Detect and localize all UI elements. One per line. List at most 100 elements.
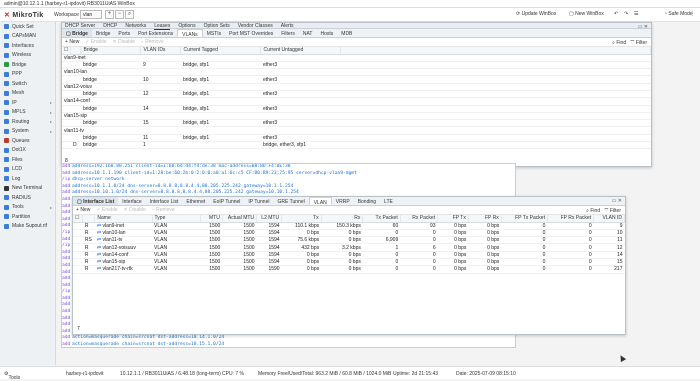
table-row[interactable]: R ⇄ vlan9-inet VLAN 1500 1500 1594 110.1 kbps 1… [73,222,625,230]
row-checkbox[interactable] [62,61,71,70]
column-header[interactable]: FP Tx [437,215,469,223]
tab-ethernet[interactable]: Ethernet [182,197,209,205]
sidebar-item-radius[interactable]: RADIUS [0,193,55,203]
dhcp-tab[interactable]: DHCP Server [65,23,95,29]
new-button[interactable]: + New [65,39,79,45]
tab-ip-tunnel[interactable]: IP Tunnel [244,197,273,205]
tools-menu[interactable]: ⚙ Tools [4,371,20,381]
find-filter[interactable]: ⌕ Find ▽ Filter [612,40,647,46]
tab-mdb[interactable]: MDB [337,29,356,37]
column-header[interactable]: Name [94,215,153,223]
sidebar-item-system[interactable]: System ▸ [0,127,55,137]
tab-vlans[interactable]: VLANs [177,29,203,38]
sidebar-item-log[interactable]: Log [0,174,55,184]
bridge-window-controls[interactable]: ▭ ✕ [638,24,648,30]
enable-button[interactable]: ✓ Enable [85,39,106,45]
table-row[interactable]: bridge 11 bridge, sfp1 ether3 [62,134,651,143]
tab-vlan[interactable]: VLAN [308,197,332,206]
safe-mode-toggle[interactable]: ◔ Safe Mode [664,11,693,17]
interface-window-controls[interactable]: ▭ ✕ [612,198,622,204]
column-header[interactable]: FP Tx Packet [501,215,548,223]
dhcp-tab[interactable]: DHCP [103,23,117,29]
sidebar-item-quick-set[interactable]: Quick Set [0,22,55,32]
row-checkbox[interactable] [73,222,83,230]
search-icon[interactable]: ⌕ [125,10,134,19]
sidebar-item-ip[interactable]: IP ▸ [0,98,55,108]
column-header[interactable]: Rx Packet [400,215,439,223]
column-header[interactable]: Current Tagged [180,47,262,55]
table-row[interactable]: Dbridge 1 bridge, ether3, sfp1 [62,141,651,150]
tab-port-extensions[interactable]: Port Extensions [134,29,177,37]
column-header[interactable]: VLAN ID [593,215,625,223]
tab-mstis[interactable]: MSTIs [203,29,225,37]
column-header[interactable]: VLAN IDs [140,47,182,55]
sidebar-item-bridge[interactable]: Bridge [0,60,55,70]
sidebar-item-new-terminal[interactable]: New Terminal [0,184,55,194]
column-header[interactable]: Tx Packet [362,215,401,223]
add-workspace-icon[interactable]: + [105,10,114,19]
update-winbox-button[interactable]: ⟳ Update WinBox [516,11,556,17]
row-checkbox[interactable] [73,258,83,267]
column-header[interactable]: FP Rx [468,215,502,223]
tab-ports[interactable]: Ports [114,29,134,37]
row-checkbox[interactable] [62,90,71,99]
redo-icon[interactable]: ↷ [624,11,628,17]
row-checkbox[interactable] [73,251,83,260]
column-header[interactable]: Tx [281,215,322,223]
row-checkbox[interactable] [62,75,71,84]
tab-bonding[interactable]: Bonding [354,197,380,205]
disable-button[interactable]: ✕ Disable [113,39,135,45]
remove-button[interactable]: − Remove [152,207,175,213]
sidebar-item-capsman[interactable]: CAPsMAN [0,32,55,42]
dhcp-tab[interactable]: Leases [154,23,171,30]
sidebar-item-queues[interactable]: Queues [0,136,55,146]
column-header[interactable]: L2 MTU [256,215,283,223]
table-row[interactable]: RS ⇄ vlan11-tv VLAN 1500 1500 1594 75.6 kbps 0 … [73,236,625,245]
dhcp-tab[interactable]: Networks [125,23,146,29]
undo-icon[interactable]: ↶ [614,11,618,17]
column-header[interactable]: Actual MTU [222,215,258,223]
table-row[interactable]: R ⇄ vlan14-conf VLAN 1500 1500 1594 0 bps 0 bps… [73,251,625,260]
table-row[interactable]: bridge 14 bridge, sfp1 ether3 [62,105,651,113]
table-row[interactable]: R ⇄ vlan217-tv-rtk VLAN 1500 1500 1590 0 bps 0 … [73,265,625,274]
row-checkbox[interactable] [62,141,71,150]
row-checkbox[interactable] [73,243,83,252]
workspace-select[interactable]: vlan [80,10,102,19]
table-row[interactable]: R ⇄ vlan15-sip VLAN 1500 1500 1594 0 bps 0 bps 0… [73,258,625,267]
table-row[interactable]: bridge 10 bridge, sfp1 ether3 [62,75,651,84]
dhcp-tab[interactable]: Vendor Classes [238,23,273,29]
row-checkbox[interactable] [62,105,71,113]
row-checkbox[interactable] [73,236,83,245]
tab-filters[interactable]: Filters [277,29,299,37]
dhcp-tab[interactable]: Alerts [281,23,294,29]
dhcp-tab[interactable]: Option Sets [204,23,230,29]
column-header[interactable]: FP Rx Packet [547,215,595,223]
tab-interface-list[interactable]: Interface List [146,197,183,205]
column-header[interactable]: Rx [321,215,364,223]
table-row[interactable]: bridge 12 bridge, sfp1 ether3 [62,90,651,99]
column-header[interactable]: Type [152,215,201,223]
sidebar-item-mpls[interactable]: MPLS ▸ [0,108,55,118]
column-header[interactable]: MTU [200,215,223,223]
table-row[interactable]: R ⇄ vlan10-lan VLAN 1500 1500 1594 0 bps 0 bps 0… [73,229,625,238]
tab-hosts[interactable]: Hosts [317,29,338,37]
remove-workspace-icon[interactable]: − [115,10,124,19]
select-all-checkbox[interactable]: ☐ [73,215,84,223]
select-all-checkbox[interactable]: ☐ [62,47,72,55]
enable-button[interactable]: ✓ Enable [96,207,117,213]
tab-interface[interactable]: Interface [118,197,145,205]
tab-lte[interactable]: LTE [380,197,397,205]
row-checkbox[interactable] [73,229,83,238]
column-header[interactable]: Bridge [80,47,142,55]
sidebar-item-files[interactable]: Files [0,155,55,165]
sidebar-item-wireless[interactable]: Wireless [0,51,55,61]
column-header[interactable]: Current Untagged [260,47,342,55]
table-row[interactable]: bridge 15 bridge, sfp1 ether3 [62,119,651,128]
new-winbox-button[interactable]: ▢ New WinBox [569,11,604,17]
sidebar-item-interfaces[interactable]: Interfaces [0,41,55,51]
sidebar-item-switch[interactable]: Switch [0,79,55,89]
table-row[interactable]: bridge 9 bridge, sfp1 ether3 [62,61,651,70]
find-filter[interactable]: ⌕ Find ▽ Filter [586,208,621,214]
sidebar-item-ppp[interactable]: PPP [0,70,55,80]
new-button[interactable]: + New [76,207,90,213]
